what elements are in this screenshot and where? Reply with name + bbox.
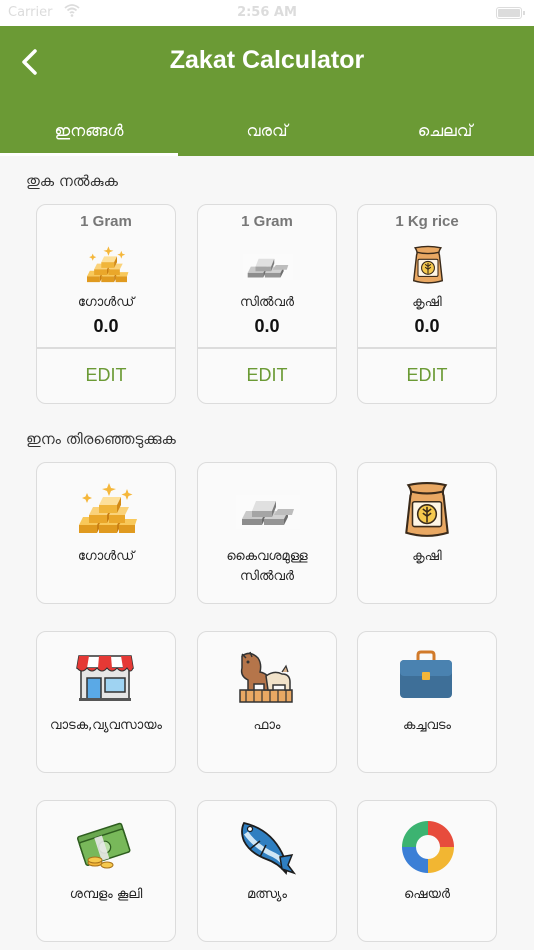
item-name: ശമ്പളം കൂലി [69,887,143,902]
tab-expense[interactable]: ചെലവ് [356,106,534,156]
rate-value: 0.0 [93,316,119,336]
edit-button[interactable]: EDIT [358,348,496,403]
rate-unit: 1 Gram [241,213,293,230]
item-card-gold[interactable]: ഗോൾഡ് [36,462,176,604]
page-title: Zakat Calculator [169,46,365,74]
rate-value: 0.0 [414,316,440,336]
item-name: കൈവശമുള്ള സിൽവർ [226,549,308,584]
back-button[interactable] [10,42,50,82]
item-name: കൃഷി [412,549,442,564]
tab-income[interactable]: വരവ് [178,106,356,156]
gold-bars-icon [82,245,132,285]
status-bar: Carrier 2:56 AM [0,0,534,26]
tab-label: വരവ് [246,121,288,140]
items-section-label: ഇനം തിരഞ്ഞെടുക്കുക [26,430,176,448]
item-name: ഗോൾഡ് [77,549,135,564]
item-name: ഫാം [253,718,281,733]
rate-name: ഗോൾഡ് [77,295,135,310]
item-card-rent-business[interactable]: വാടക,വ്യവസായം [36,631,176,773]
silver-bars-icon [243,245,293,285]
item-card-trade[interactable]: കച്ചവടം [357,631,497,773]
item-card-agriculture[interactable]: കൃഷി [357,462,497,604]
cash-icon [75,819,139,879]
rate-unit: 1 Kg rice [395,213,459,230]
grain-sack-icon [403,245,453,285]
fish-icon [236,817,300,877]
tab-bar: ഇനങ്ങൾ വരവ് ചെലവ് [0,106,534,156]
app-header: Zakat Calculator ഇനങ്ങൾ വരവ് ചെലവ് [0,26,534,156]
rate-card-silver: 1 Gram സിൽവർ 0.0 EDIT [197,204,337,404]
item-name: ഷെയർ [404,887,450,902]
rate-card-gold: 1 Gram ഗോൾഡ് 0.0 EDIT [36,204,176,404]
back-arrow-icon [22,49,37,75]
gold-bars-icon [75,481,139,541]
item-name: വാടക,വ്യവസായം [50,718,162,733]
battery-icon [496,7,525,19]
rate-unit: 1 Gram [80,213,132,230]
silver-bars-icon [236,489,300,549]
item-card-salary[interactable]: ശമ്പളം കൂലി [36,800,176,942]
rates-section-label: തുക നൽകുക [26,172,118,190]
grain-sack-icon [402,481,466,541]
item-card-share[interactable]: ഷെയർ [357,800,497,942]
shop-icon [75,650,139,710]
edit-button[interactable]: EDIT [37,348,175,403]
item-card-silver[interactable]: കൈവശമുള്ള സിൽവർ [197,462,337,604]
status-time: 2:56 AM [237,5,297,20]
pie-chart-icon [400,819,464,879]
briefcase-icon [396,650,460,710]
edit-button[interactable]: EDIT [198,348,336,403]
farm-animals-icon [236,650,300,710]
rate-card-agriculture: 1 Kg rice കൃഷി 0.0 EDIT [357,204,497,404]
rate-name: സിൽവർ [240,295,294,310]
tab-label: ഇനങ്ങൾ [54,121,124,140]
rate-value: 0.0 [254,316,280,336]
rate-name: കൃഷി [412,295,442,310]
item-name: കച്ചവടം [402,718,452,733]
item-name: മത്സ്യം [247,887,287,902]
item-card-fish[interactable]: മത്സ്യം [197,800,337,942]
tab-items[interactable]: ഇനങ്ങൾ [0,106,178,156]
item-card-farm[interactable]: ഫാം [197,631,337,773]
tab-label: ചെലവ് [417,121,473,140]
